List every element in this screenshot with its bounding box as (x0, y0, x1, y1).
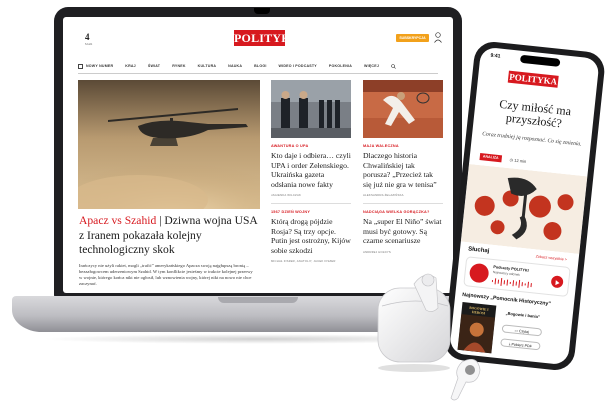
read-button[interactable]: ▭ Czytaj (501, 324, 543, 337)
read-time: ◷ 12 min (509, 157, 527, 164)
phone-headline[interactable]: Czy miłość ma przyszłość? (483, 96, 585, 132)
main-nav: NOWY NUMER KRAJ ŚWIAT RYNEK KULTURA NAUK… (78, 61, 438, 71)
article-title[interactable]: Kto daje i odbiera… czyli UPA i order Ze… (271, 151, 351, 189)
article-author: ALEKSANDRA ŻELAZIŃSKA (363, 193, 404, 198)
article-title[interactable]: Którą drogą pójdzie Rosja? Są trzy opcje… (271, 217, 351, 255)
nav-item-nowy-numer[interactable]: NOWY NUMER (86, 64, 113, 68)
waveform-icon (491, 277, 532, 288)
subscribe-button[interactable]: SUBSKRYPCJA (396, 34, 429, 42)
article-author: MICHAŁ FISZER, ANATOLIY, JACEK FISZER (271, 259, 336, 264)
date-month: MAR (85, 42, 93, 46)
laptop-screen: 4 MAR POLITYKA SUBSKRYPCJA NOWY NUMER KR… (63, 17, 453, 293)
nav-item-kraj[interactable]: KRAJ (125, 64, 136, 68)
laptop-camera-notch (254, 8, 270, 14)
dynamic-island (519, 54, 561, 67)
play-icon (555, 280, 560, 286)
article-divider (363, 203, 443, 204)
hero-image-helicopter[interactable] (78, 80, 260, 209)
article-image-tennis[interactable] (363, 80, 443, 138)
article-column-3: MAJA WALECZNA Dlaczego historia Chwalińs… (363, 80, 443, 254)
play-button[interactable] (550, 275, 564, 289)
article-label: MAJA WALECZNA (363, 144, 399, 148)
hero-headline[interactable]: Apacz vs Szahid | Dziwna wojna USA z Ira… (79, 214, 259, 258)
nav-item-wideo[interactable]: WIDEO I PODCASTY (279, 64, 317, 68)
airpods-image (377, 273, 481, 401)
article-image-leaders[interactable] (271, 80, 351, 138)
article-label: AWANTURA O UPA (271, 144, 309, 148)
nav-item-pokolenia[interactable]: POKOLENIA (329, 64, 352, 68)
nav-item-swiat[interactable]: ŚWIAT (148, 64, 160, 68)
phone-polityka-logo[interactable]: POLITYKA (507, 70, 559, 88)
hero-lead: Irańczycy nie użyli rakiet, mogli „trafi… (79, 263, 253, 287)
issue-date: 4 MAR (85, 32, 93, 47)
laptop-opening-groove (218, 297, 298, 303)
nav-item-wiecej[interactable]: WIĘCEJ (364, 64, 379, 68)
read-button-label: Czytaj (518, 329, 530, 335)
site-header: 4 MAR POLITYKA SUBSKRYPCJA (63, 17, 453, 57)
article-author: ANDRZEJ HOŁDYS (363, 249, 391, 254)
article-label: NADCIĄGA WIELKA GORĄCZKA? (363, 209, 430, 214)
phone-illustration[interactable] (460, 163, 588, 254)
article-title[interactable]: Dlaczego historia Chwalińskiej tak porus… (363, 151, 443, 189)
article-title[interactable]: Na „super El Niño” świat musi być gotowy… (363, 217, 443, 246)
nav-item-kultura[interactable]: KULTURA (198, 64, 217, 68)
user-icon[interactable] (434, 32, 442, 43)
article-label: 1567 DZIEŃ WOJNY (271, 209, 311, 214)
magazine-quote: „Bogowie i bania” (505, 310, 541, 320)
phone-subtitle: Coraz trudniej ją rozpoznać. Co się zmie… (481, 131, 582, 148)
nav-item-rynek[interactable]: RYNEK (172, 64, 185, 68)
see-all-link[interactable]: Zobacz wszystkie > (535, 254, 567, 261)
newspaper-icon (78, 63, 83, 69)
polityka-logo[interactable]: POLITYKA (234, 30, 299, 46)
read-time-value: 12 min (513, 157, 527, 164)
date-day: 4 (85, 32, 90, 42)
status-time: 9:41 (490, 52, 501, 60)
nav-divider (78, 73, 438, 74)
article-author: JAGIENKA WILCZAK (271, 193, 302, 198)
listen-section-title: Słuchaj (467, 246, 490, 255)
search-icon[interactable] (391, 63, 396, 69)
nav-item-blogi[interactable]: BLOGI (254, 64, 266, 68)
hero-kicker: Apacz vs Szahid (79, 214, 157, 227)
download-pdf-label: Pobierz PDF (511, 342, 532, 349)
nav-item-nauka[interactable]: NAUKA (228, 64, 242, 68)
article-column-2: AWANTURA O UPA Kto daje i odbiera… czyli… (271, 80, 351, 263)
download-pdf-button[interactable]: ⤓ Pobierz PDF (500, 338, 541, 351)
analysis-badge: ANALIZA (479, 153, 502, 163)
article-divider (271, 203, 351, 204)
